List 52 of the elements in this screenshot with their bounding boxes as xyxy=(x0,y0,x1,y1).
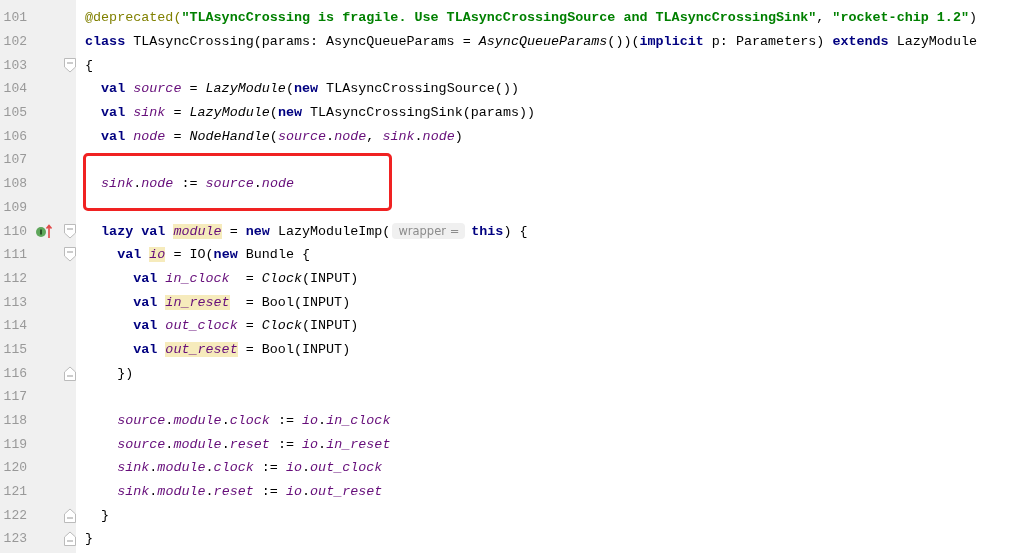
code-text: this) { xyxy=(471,223,528,239)
code-text: val out_reset = Bool(INPUT) xyxy=(132,341,351,357)
code-text: val node = NodeHandle(source.node, sink.node) xyxy=(100,128,463,144)
line-number: 119 xyxy=(2,436,27,452)
fold-icon[interactable] xyxy=(64,531,76,547)
line-number: 112 xyxy=(2,270,27,286)
line-number: 103 xyxy=(2,57,27,73)
code-text: } xyxy=(85,531,94,547)
fold-icon[interactable] xyxy=(64,247,76,263)
line-number: 113 xyxy=(2,294,27,310)
line-number: 117 xyxy=(2,389,27,405)
fold-icon[interactable] xyxy=(64,365,76,381)
code-text: }) xyxy=(116,365,134,381)
line-number: 120 xyxy=(2,460,27,476)
line-number: 101 xyxy=(2,10,27,26)
line-number: 118 xyxy=(2,413,27,429)
line-number: 123 xyxy=(2,531,27,547)
line-number: 104 xyxy=(2,81,27,97)
code-text: } xyxy=(100,507,110,523)
line-number: 106 xyxy=(2,128,27,144)
code-text: val source = LazyModule(new TLAsyncCrossingSource()) xyxy=(100,81,519,97)
code-text: sink.module.clock := io.out_clock xyxy=(116,460,383,476)
code-text: @deprecated("TLAsyncCrossing is fragile. Use TLAsyncCrossingSource and TLAsyncCrossingSink", "rocket-chip 1.2") xyxy=(85,10,977,26)
code-text: source.module.clock := io.in_clock xyxy=(116,413,391,429)
line-number: 115 xyxy=(2,341,27,357)
line-number: 110 xyxy=(2,223,27,239)
line-number: 102 xyxy=(2,34,27,50)
code-text: class TLAsyncCrossing(params: AsyncQueueParams = AsyncQueueParams())(implicit p: Parameters) extends LazyModule xyxy=(85,34,978,50)
parameter-hint: wrapper = xyxy=(392,223,466,240)
implements-marker-icon[interactable] xyxy=(35,223,53,239)
line-number: 114 xyxy=(2,318,27,334)
code-text: sink.module.reset := io.out_reset xyxy=(116,484,383,500)
line-number: 108 xyxy=(2,176,27,192)
line-number: 107 xyxy=(2,152,27,168)
code-text: lazy val module = new LazyModuleImp( xyxy=(100,223,391,239)
code-text: val in_reset = Bool(INPUT) xyxy=(132,294,351,310)
code-text: val io = IO(new Bundle { xyxy=(116,247,311,263)
line-number: 122 xyxy=(2,507,27,523)
code-text: sink.node := source.node xyxy=(100,176,294,192)
code-text: val out_clock = Clock(INPUT) xyxy=(132,318,359,334)
line-number: 121 xyxy=(2,484,27,500)
fold-icon[interactable] xyxy=(64,223,76,239)
line-number: 116 xyxy=(2,365,27,381)
line-number: 105 xyxy=(2,105,27,121)
line-number: 111 xyxy=(2,247,27,263)
code-text: val sink = LazyModule(new TLAsyncCrossingSink(params)) xyxy=(100,105,536,121)
code-text: val in_clock = Clock(INPUT) xyxy=(132,270,359,286)
code-text: source.module.reset := io.in_reset xyxy=(116,436,391,452)
code-text: { xyxy=(85,57,94,73)
fold-icon[interactable] xyxy=(64,507,76,523)
line-number: 109 xyxy=(2,199,27,215)
fold-icon[interactable] xyxy=(64,57,76,73)
